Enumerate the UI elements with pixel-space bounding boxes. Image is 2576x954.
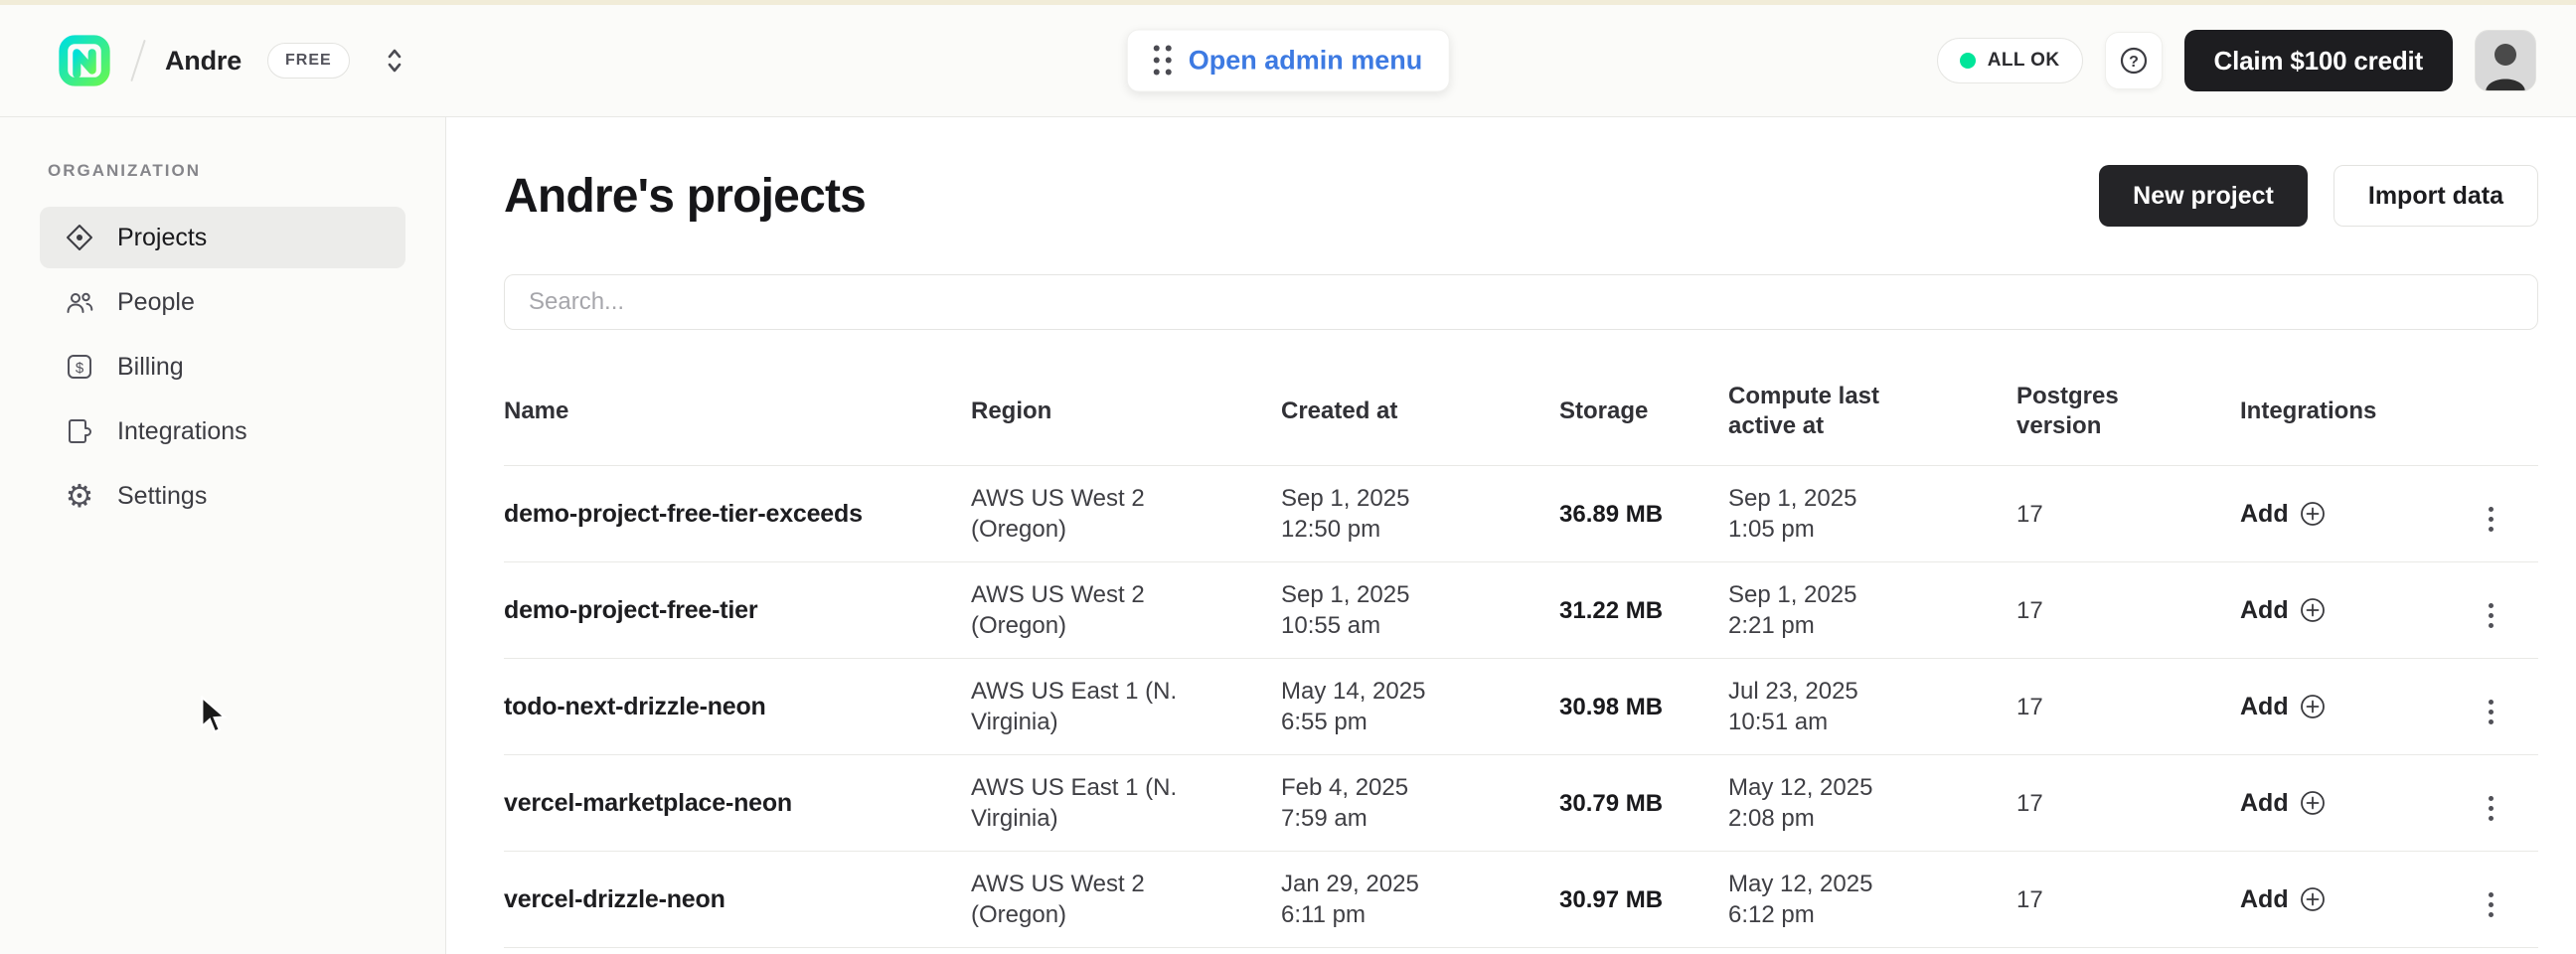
question-mark-icon: ?: [2118, 45, 2150, 77]
project-name: vercel-drizzle-neon: [504, 852, 971, 948]
top-bar: Andre FREE Open admin menu ALL OK ? Clai…: [0, 5, 2576, 117]
sidebar-item-projects[interactable]: Projects: [40, 207, 405, 268]
project-region: AWS US West 2 (Oregon): [971, 852, 1281, 948]
column-header-integrations: Integrations: [2240, 352, 2444, 466]
neon-logo[interactable]: [58, 34, 111, 87]
project-region: AWS US East 1 (N. Virginia): [971, 659, 1281, 755]
add-integration-button[interactable]: Add: [2240, 884, 2328, 915]
svg-text:?: ?: [2129, 54, 2139, 71]
claim-credit-button[interactable]: Claim $100 credit: [2184, 30, 2454, 91]
project-compute-last-active: Jul 23, 2025 10:51 am: [1728, 659, 2016, 755]
sidebar-item-people[interactable]: People: [40, 271, 405, 333]
circle-plus-icon: [2298, 499, 2328, 529]
column-header-region: Region: [971, 352, 1281, 466]
org-switcher-chevrons-icon[interactable]: [382, 45, 407, 77]
project-name: todo-next-drizzle-neon: [504, 659, 971, 755]
project-postgres-version: 17: [2016, 466, 2240, 562]
help-button[interactable]: ?: [2105, 32, 2163, 89]
open-admin-menu-button[interactable]: Open admin menu: [1127, 30, 1450, 92]
circle-plus-icon: [2298, 692, 2328, 721]
column-header-name: Name: [504, 352, 971, 466]
table-row[interactable]: demo-project-free-tier AWS US West 2 (Or…: [504, 562, 2538, 659]
sidebar-item-label: People: [117, 288, 195, 317]
add-integration-button[interactable]: Add: [2240, 692, 2328, 722]
column-header-postgres-version: Postgres version: [2016, 352, 2240, 466]
sidebar-item-label: Projects: [117, 224, 207, 252]
project-storage: 36.89 MB: [1559, 466, 1728, 562]
org-name[interactable]: Andre: [165, 46, 242, 77]
project-created-at: Jan 29, 2025 6:11 pm: [1281, 852, 1559, 948]
project-postgres-version: 17: [2016, 852, 2240, 948]
project-region: AWS US West 2 (Oregon): [971, 466, 1281, 562]
svg-text:$: $: [76, 360, 84, 377]
circle-plus-icon: [2298, 595, 2328, 625]
sidebar-item-billing[interactable]: $ Billing: [40, 336, 405, 398]
project-compute-last-active: May 12, 2025 2:08 pm: [1728, 755, 2016, 852]
projects-icon: [64, 223, 95, 252]
project-created-at: Feb 4, 2025 7:59 am: [1281, 755, 1559, 852]
row-menu-kebab-icon[interactable]: [2481, 499, 2501, 540]
row-menu-kebab-icon[interactable]: [2481, 788, 2501, 829]
row-menu-kebab-icon[interactable]: [2481, 595, 2501, 636]
sidebar: ORGANIZATION Projects People: [0, 117, 446, 954]
projects-table: Name Region Created at Storage Compute l…: [504, 352, 2538, 948]
circle-plus-icon: [2298, 884, 2328, 914]
status-pill[interactable]: ALL OK: [1937, 38, 2083, 83]
project-name: vercel-marketplace-neon: [504, 755, 971, 852]
add-integration-button[interactable]: Add: [2240, 788, 2328, 819]
project-storage: 30.97 MB: [1559, 852, 1728, 948]
circle-plus-icon: [2298, 788, 2328, 818]
table-row[interactable]: vercel-drizzle-neon AWS US West 2 (Orego…: [504, 852, 2538, 948]
project-postgres-version: 17: [2016, 659, 2240, 755]
status-label: ALL OK: [1988, 50, 2060, 72]
add-integration-button[interactable]: Add: [2240, 499, 2328, 530]
search-input[interactable]: [504, 274, 2538, 330]
project-storage: 31.22 MB: [1559, 562, 1728, 659]
project-region: AWS US East 1 (N. Virginia): [971, 755, 1281, 852]
open-admin-menu-label: Open admin menu: [1189, 46, 1423, 77]
project-compute-last-active: Sep 1, 2025 1:05 pm: [1728, 466, 2016, 562]
import-data-button[interactable]: Import data: [2334, 165, 2538, 227]
column-header-compute-last-active: Compute last active at: [1728, 352, 2016, 466]
gear-icon: ⚙: [64, 480, 95, 512]
table-header-row: Name Region Created at Storage Compute l…: [504, 352, 2538, 466]
project-storage: 30.79 MB: [1559, 755, 1728, 852]
project-storage: 30.98 MB: [1559, 659, 1728, 755]
add-integration-button[interactable]: Add: [2240, 595, 2328, 626]
project-name: demo-project-free-tier-exceeds: [504, 466, 971, 562]
sidebar-item-integrations[interactable]: Integrations: [40, 400, 405, 462]
billing-icon: $: [64, 352, 95, 382]
plan-badge: FREE: [267, 43, 350, 79]
row-menu-kebab-icon[interactable]: [2481, 692, 2501, 732]
new-project-button[interactable]: New project: [2099, 165, 2308, 227]
table-row[interactable]: vercel-marketplace-neon AWS US East 1 (N…: [504, 755, 2538, 852]
breadcrumb-divider: [130, 40, 145, 81]
sidebar-section-label: ORGANIZATION: [48, 161, 445, 181]
row-menu-kebab-icon[interactable]: [2481, 884, 2501, 925]
project-name: demo-project-free-tier: [504, 562, 971, 659]
sidebar-item-label: Integrations: [117, 417, 247, 446]
project-region: AWS US West 2 (Oregon): [971, 562, 1281, 659]
table-row[interactable]: demo-project-free-tier-exceeds AWS US We…: [504, 466, 2538, 562]
user-avatar[interactable]: [2475, 30, 2536, 91]
table-row[interactable]: todo-next-drizzle-neon AWS US East 1 (N.…: [504, 659, 2538, 755]
main-content: Andre's projects New project Import data…: [446, 117, 2576, 954]
project-postgres-version: 17: [2016, 755, 2240, 852]
sidebar-item-label: Settings: [117, 482, 207, 511]
sidebar-item-settings[interactable]: ⚙ Settings: [40, 465, 405, 527]
status-ok-dot-icon: [1960, 53, 1976, 69]
project-postgres-version: 17: [2016, 562, 2240, 659]
people-icon: [64, 287, 95, 317]
project-created-at: Sep 1, 2025 12:50 pm: [1281, 466, 1559, 562]
integrations-icon: [64, 416, 95, 446]
column-header-storage: Storage: [1559, 352, 1728, 466]
drag-grid-icon: [1154, 46, 1173, 77]
page-title: Andre's projects: [504, 169, 866, 224]
project-compute-last-active: Sep 1, 2025 2:21 pm: [1728, 562, 2016, 659]
project-created-at: Sep 1, 2025 10:55 am: [1281, 562, 1559, 659]
column-header-created-at: Created at: [1281, 352, 1559, 466]
sidebar-item-label: Billing: [117, 353, 184, 382]
project-created-at: May 14, 2025 6:55 pm: [1281, 659, 1559, 755]
project-compute-last-active: May 12, 2025 6:12 pm: [1728, 852, 2016, 948]
